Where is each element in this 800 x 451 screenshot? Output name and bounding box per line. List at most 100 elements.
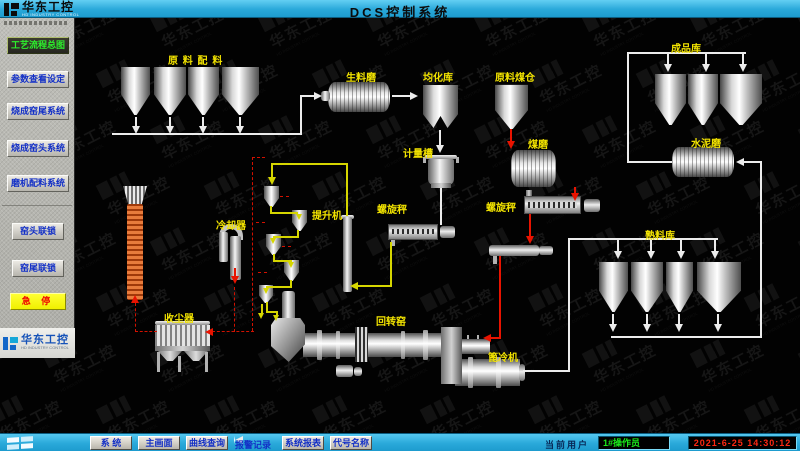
kiln-tyre (423, 330, 428, 360)
flow-arrow-red (526, 236, 534, 244)
flow-line-yellow (390, 242, 392, 286)
raw-coal-bunker (495, 84, 528, 129)
sidebar-item-kiln-head-system[interactable]: 烧成窑头系统 (7, 140, 69, 157)
flow-arrow-red (571, 193, 579, 201)
current-user-value: 1#操作员 (598, 436, 670, 450)
process-diagram-canvas: 华东工控HD INDUSTRY CONTROL 华东工控HD INDUSTRY C… (0, 18, 800, 433)
cooler-ring (468, 357, 473, 388)
gas-duct-dashed-line (256, 222, 265, 223)
product-silo-1 (655, 73, 686, 125)
sidebar-item-kiln-tail-system[interactable]: 烧成窑尾系统 (7, 103, 69, 120)
taskbar-button-main-screen[interactable]: 主画面 (138, 436, 180, 450)
rotary-kiln (303, 333, 443, 357)
watermark-tile: 华东工控HD INDUSTRY CONTROL (744, 155, 800, 225)
kiln-head-interlock-button[interactable]: 窑头联锁 (12, 223, 64, 240)
label-rotary-kiln: 回转窑 (376, 313, 406, 328)
cement-mill (672, 147, 734, 177)
dust-collector-leg (178, 356, 181, 372)
flow-arrow-yellow (296, 214, 302, 220)
taskbar-button-tag-names[interactable]: 代号名称 (330, 436, 372, 450)
flow-arrow (643, 324, 651, 332)
label-elevator: 提升机 (312, 207, 342, 222)
kiln-drive-coupling (354, 367, 362, 376)
taskbar-button-system[interactable]: 系 统 (90, 436, 132, 450)
dcs-app-window: 华东工控HD INDUSTRY CONTROL 华东工控HD INDUSTRY C… (0, 0, 800, 451)
watermark-tile: 华东工控HD INDUSTRY CONTROL (744, 267, 800, 337)
sidebar-footer-logo-text: 华东工控 (21, 336, 69, 345)
flow-line (611, 336, 762, 338)
gas-duct-dashed-line (282, 246, 291, 247)
clinker-silo-1 (599, 261, 628, 312)
flow-line-red (499, 256, 501, 338)
cooler-end-cap (519, 364, 525, 381)
taskbar-button-system-report[interactable]: 系统报表 (282, 436, 324, 450)
clinker-silo-4 (697, 261, 741, 312)
flow-line-yellow (270, 212, 298, 214)
flow-arrow-red (231, 276, 239, 284)
sidebar-footer-logo: 华东工控 HD INDUSTRY CONTROL (0, 328, 75, 358)
taskbar-button-alarm-log[interactable]: 报警记录 (234, 436, 243, 444)
watermark-tile: 华东工控HD INDUSTRY CONTROL (366, 211, 447, 281)
navigation-sidebar: 工艺流程总图 参数查看设定 烧成窑尾系统 烧成窑头系统 磨机配料系统 窑头联锁 … (0, 18, 75, 358)
sidebar-item-parameter-settings[interactable]: 参数查看设定 (7, 71, 69, 88)
flow-line (744, 161, 762, 163)
datetime-display: 2021-6-25 14:30:12 (688, 436, 797, 450)
screw-scale-1-motor (440, 226, 455, 238)
flow-line (440, 188, 442, 225)
kiln-tyre (336, 331, 340, 359)
coal-belt-feeder (489, 245, 539, 256)
kiln-tail-interlock-button[interactable]: 窑尾联锁 (12, 260, 64, 277)
sidebar-footer-logo-subtitle: HD INDUSTRY CONTROL (21, 345, 69, 350)
sidebar-item-mill-batching-system[interactable]: 磨机配料系统 (7, 175, 69, 192)
label-coal-mill: 煤磨 (528, 136, 548, 151)
flow-arrow (609, 324, 617, 332)
flow-arrow-yellow (350, 282, 358, 290)
flow-line (523, 370, 570, 372)
flow-arrow (675, 324, 683, 332)
flow-arrow-yellow (273, 315, 279, 321)
flow-arrow (647, 251, 655, 259)
label-product-silo: 成品库 (671, 40, 701, 55)
title-bar: DCS控制系统 华东工控 HD INDUSTRY CONTROL (0, 0, 800, 18)
label-grate-cooler: 篦冷机 (488, 349, 518, 364)
flow-arrow-yellow (288, 262, 294, 268)
flow-arrow (436, 145, 444, 153)
flow-arrow (702, 64, 710, 72)
raw-silo-2 (154, 66, 186, 115)
watermark-tile: 华东工控HD INDUSTRY CONTROL (582, 99, 663, 169)
screw-scale-2-motor (584, 199, 600, 212)
flow-line-yellow (271, 163, 348, 165)
dust-collector-body (155, 325, 210, 346)
flow-line-yellow (346, 163, 348, 216)
raw-silo-3 (188, 66, 219, 115)
gas-duct-dashed-line (234, 287, 235, 332)
flow-arrow (236, 126, 244, 134)
gas-cooler-tube-left (219, 232, 228, 262)
flow-arrow (199, 126, 207, 134)
flow-arrow (664, 64, 672, 72)
kiln-tyre (401, 331, 405, 359)
flow-arrow-yellow (270, 238, 276, 244)
flow-line-red (529, 214, 531, 238)
label-raw-mill: 生料磨 (346, 69, 376, 84)
dust-collector-leg (157, 352, 160, 372)
raw-mill-trunnion (321, 91, 330, 101)
flow-line (627, 52, 629, 163)
label-cooler: 冷却器 (216, 217, 246, 232)
flow-arrow (166, 126, 174, 134)
flow-arrow-yellow (263, 288, 269, 294)
flow-line (760, 162, 762, 338)
kiln-drive-motor (336, 365, 353, 377)
raw-mill (328, 82, 390, 112)
gas-arrow-red (205, 328, 213, 336)
gas-duct-dashed-line (212, 331, 254, 332)
sidebar-item-process-overview[interactable]: 工艺流程总图 (7, 37, 69, 54)
start-menu-icon[interactable] (7, 436, 33, 450)
taskbar-button-trend-query[interactable]: 曲线查询 (186, 436, 228, 450)
flow-arrow (739, 64, 747, 72)
watermark-tile: 华东工控HD INDUSTRY CONTROL (744, 379, 800, 433)
emergency-stop-button[interactable]: 急 停 (10, 293, 66, 310)
flow-arrow-red (483, 334, 491, 342)
homogenizing-silo (423, 85, 458, 128)
sidebar-divider (2, 205, 72, 207)
